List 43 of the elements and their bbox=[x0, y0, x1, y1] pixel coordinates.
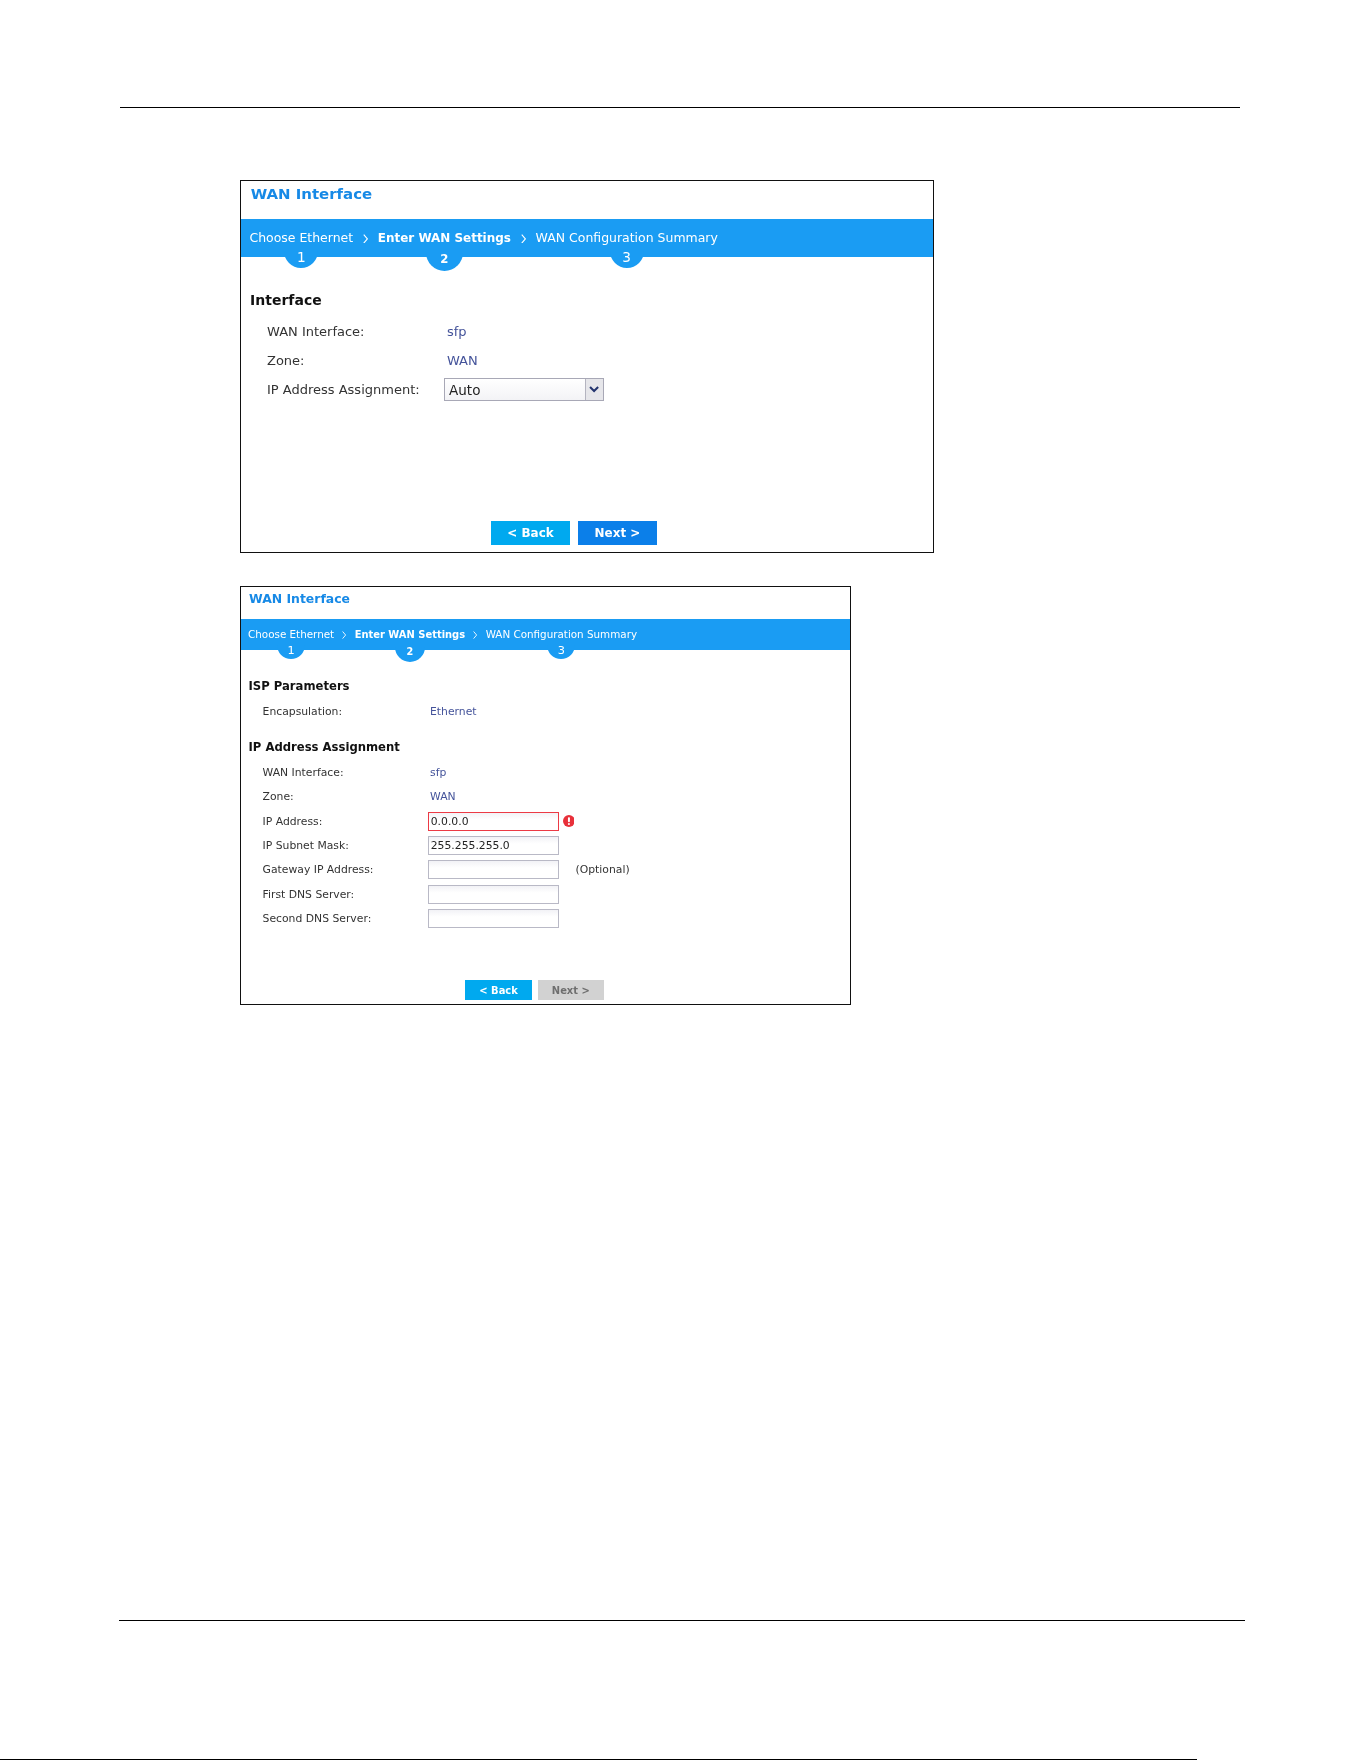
field-label: WAN Interface: bbox=[262, 766, 345, 780]
text-field[interactable] bbox=[427, 908, 560, 928]
step-label: Enter WAN Settings bbox=[377, 231, 511, 246]
dropdown[interactable]: Auto bbox=[444, 378, 604, 402]
field-label: IP Subnet Mask: bbox=[262, 838, 350, 852]
field-value: sfp bbox=[429, 766, 447, 780]
field-value: WAN bbox=[445, 352, 478, 368]
panel-title: WAN Interface bbox=[249, 589, 350, 608]
section-heading: ISP Parameters bbox=[248, 678, 350, 693]
step-label: WAN Configuration Summary bbox=[535, 230, 718, 246]
field-value: Ethernet bbox=[429, 705, 477, 719]
section-heading: IP Address Assignment bbox=[248, 739, 400, 754]
step-label: Choose Ethernet bbox=[249, 230, 354, 246]
field-value: sfp bbox=[445, 323, 467, 339]
step-label: Enter WAN Settings bbox=[354, 628, 466, 641]
field-value: WAN bbox=[429, 790, 456, 804]
panel-title: WAN Interface bbox=[250, 184, 373, 206]
field-label: Gateway IP Address: bbox=[262, 863, 375, 877]
chevron-icon bbox=[473, 630, 478, 639]
text-field[interactable]: 255.255.255.0 bbox=[427, 835, 560, 855]
chevron-icon bbox=[362, 233, 369, 244]
next-button[interactable]: Next > bbox=[577, 520, 658, 545]
caret-icon[interactable] bbox=[584, 379, 603, 401]
chevron-icon bbox=[342, 630, 347, 639]
field-label: Zone: bbox=[267, 352, 306, 368]
text-field[interactable] bbox=[427, 884, 560, 904]
chevron-icon bbox=[520, 233, 526, 244]
field-label: Second DNS Server: bbox=[262, 911, 373, 925]
text-field[interactable] bbox=[427, 860, 560, 880]
back-button[interactable]: < Back bbox=[465, 980, 532, 1000]
field-label: IP Address: bbox=[262, 814, 324, 828]
field-label: IP Address Assignment: bbox=[267, 382, 421, 398]
field-label: Encapsulation: bbox=[262, 705, 344, 719]
back-button[interactable]: < Back bbox=[490, 520, 571, 545]
field-label: First DNS Server: bbox=[262, 887, 356, 901]
error-icon bbox=[562, 815, 575, 828]
field-label: Zone: bbox=[262, 790, 295, 804]
optional-note: (Optional) bbox=[575, 863, 630, 877]
step-label: Choose Ethernet bbox=[248, 628, 335, 641]
field-label: WAN Interface: bbox=[267, 323, 366, 339]
section-heading: Interface bbox=[250, 291, 322, 308]
text-field[interactable]: 0.0.0.0 bbox=[427, 811, 560, 831]
step-label: WAN Configuration Summary bbox=[485, 628, 638, 641]
